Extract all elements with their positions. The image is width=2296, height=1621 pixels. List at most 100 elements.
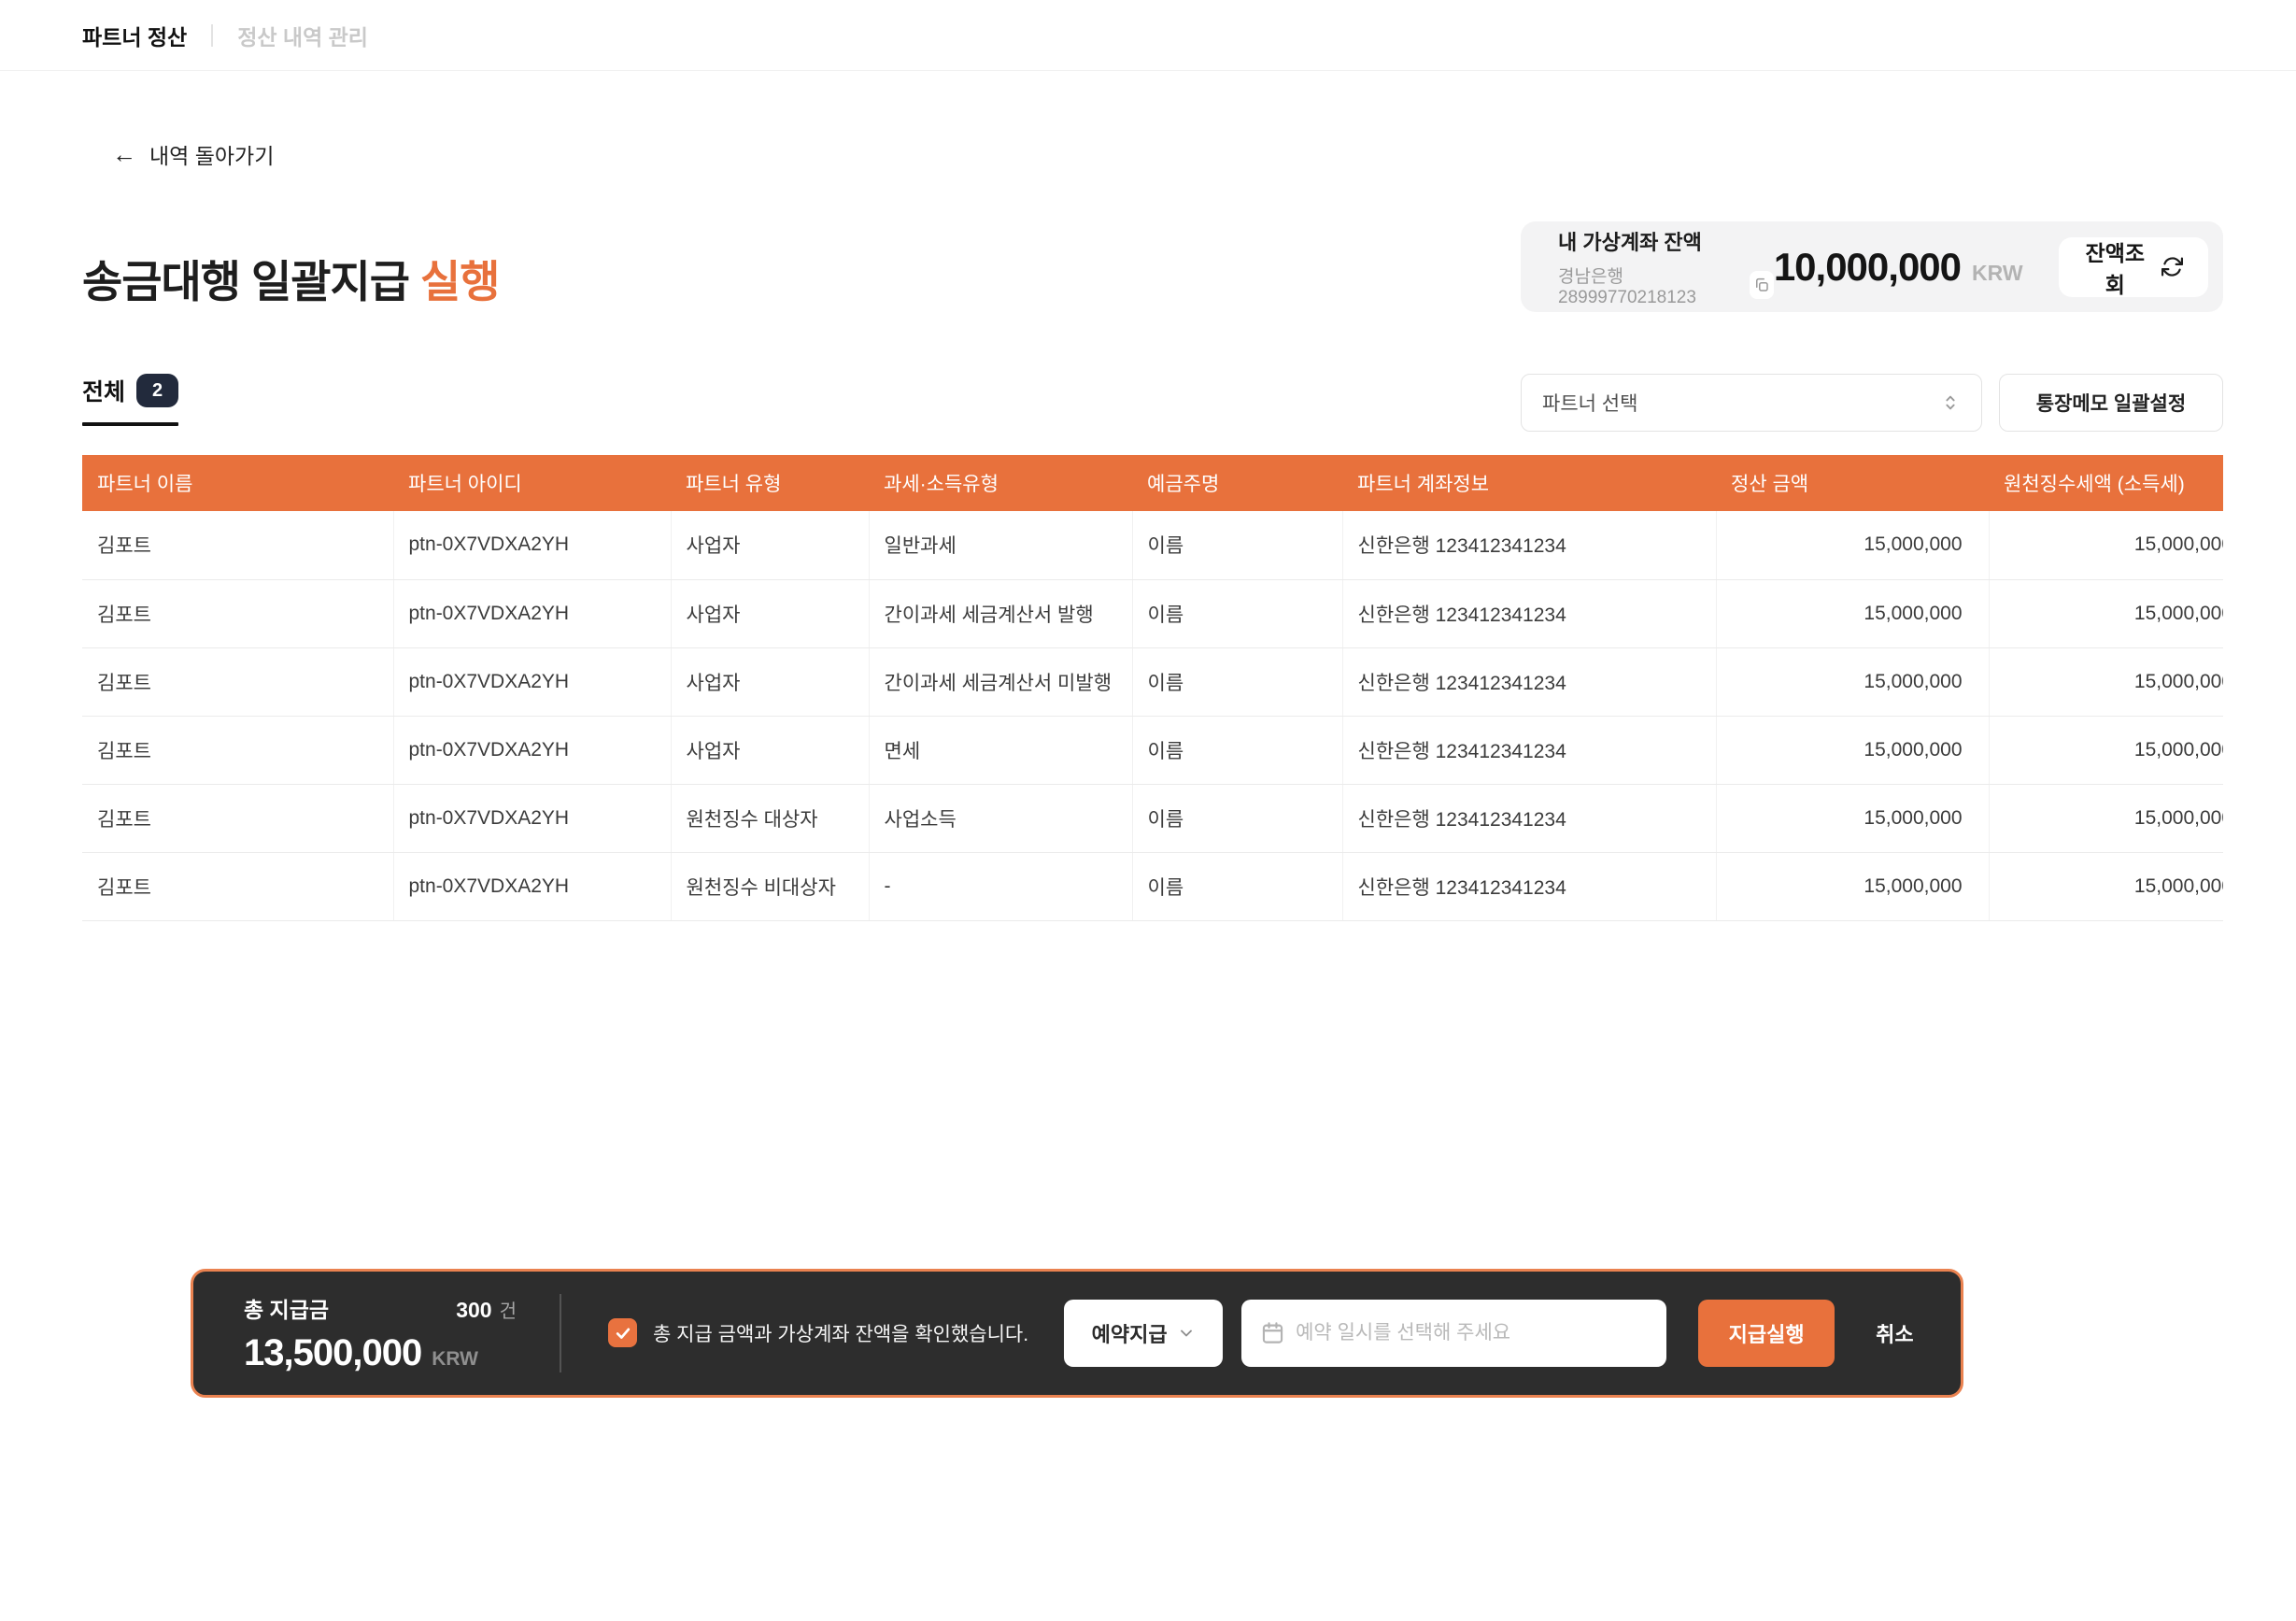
- total-payment-amount: 13,500,000: [244, 1332, 421, 1374]
- execute-payment-button[interactable]: 지급실행: [1698, 1300, 1835, 1367]
- page-title: 송금대행 일괄지급실행: [82, 221, 499, 310]
- table-body: 김포트ptn-0X7VDXA2YH사업자일반과세이름신한은행 123412341…: [82, 511, 2223, 920]
- cell-partner_name: 김포트: [82, 647, 393, 716]
- balance-amount: 10,000,000: [1774, 245, 1961, 290]
- cell-account_holder: 이름: [1132, 647, 1342, 716]
- payment-count: 300 건: [456, 1296, 517, 1323]
- column-header-settlement_amount: 정산 금액: [1716, 455, 1989, 511]
- cell-withholding_tax: 15,000,000: [1989, 852, 2223, 920]
- tab-toolbar-row: 전체 2 파트너 선택 통장메모 일괄설정: [82, 374, 2223, 432]
- footer-divider: [560, 1294, 561, 1372]
- schedule-type-dropdown[interactable]: 예약지급: [1064, 1300, 1223, 1367]
- cell-partner_name: 김포트: [82, 716, 393, 784]
- payment-action-bar: 총 지급금 300 건 13,500,000 KRW 총 지급 금액과 가상계좌…: [191, 1269, 1963, 1398]
- select-updown-icon: [1940, 392, 1961, 413]
- balance-label: 내 가상계좌 잔액: [1558, 226, 1774, 256]
- cell-withholding_tax: 15,000,000: [1989, 579, 2223, 647]
- cell-partner_type: 원천징수 대상자: [671, 784, 869, 852]
- back-link[interactable]: ← 내역 돌아가기: [112, 138, 274, 170]
- cell-partner_id: ptn-0X7VDXA2YH: [393, 647, 671, 716]
- page-title-accent: 실행: [420, 257, 499, 306]
- top-navbar: 파트너 정산 정산 내역 관리: [0, 0, 2296, 71]
- cell-partner_id: ptn-0X7VDXA2YH: [393, 716, 671, 784]
- tab-all[interactable]: 전체 2: [82, 374, 178, 426]
- partner-table: 파트너 이름파트너 아이디파트너 유형과세·소득유형예금주명파트너 계좌정보정산…: [82, 455, 2223, 921]
- cell-tax_income_type: 면세: [869, 716, 1132, 784]
- table-row: 김포트ptn-0X7VDXA2YH사업자간이과세 세금계산서 미발행이름신한은행…: [82, 647, 2223, 716]
- back-row: ← 내역 돌아가기: [82, 138, 2223, 170]
- nav-divider: [211, 24, 213, 47]
- table-row: 김포트ptn-0X7VDXA2YH사업자일반과세이름신한은행 123412341…: [82, 511, 2223, 579]
- total-payment-currency: KRW: [432, 1348, 478, 1371]
- back-link-label: 내역 돌아가기: [149, 138, 274, 170]
- column-header-partner_type: 파트너 유형: [671, 455, 869, 511]
- cell-settlement_amount: 15,000,000: [1716, 511, 1989, 579]
- cell-partner_type: 사업자: [671, 647, 869, 716]
- schedule-datetime-input[interactable]: [1241, 1300, 1666, 1367]
- bankbook-memo-bulk-button[interactable]: 통장메모 일괄설정: [1999, 374, 2223, 432]
- cell-settlement_amount: 15,000,000: [1716, 784, 1989, 852]
- table-row: 김포트ptn-0X7VDXA2YH원천징수 대상자사업소득이름신한은행 1234…: [82, 784, 2223, 852]
- balance-labels: 내 가상계좌 잔액 경남은행 28999770218123: [1558, 226, 1774, 308]
- copy-account-button[interactable]: [1750, 271, 1774, 299]
- table-row: 김포트ptn-0X7VDXA2YH사업자간이과세 세금계산서 발행이름신한은행 …: [82, 579, 2223, 647]
- partner-select-value: 파트너 선택: [1542, 389, 1637, 417]
- cancel-button[interactable]: 취소: [1857, 1318, 1932, 1348]
- balance-currency: KRW: [1972, 261, 2023, 286]
- cell-tax_income_type: 사업소득: [869, 784, 1132, 852]
- payment-count-value: 300: [456, 1298, 491, 1323]
- cell-account_holder: 이름: [1132, 852, 1342, 920]
- cell-partner_account: 신한은행 123412341234: [1342, 852, 1716, 920]
- page-content: ← 내역 돌아가기 송금대행 일괄지급실행 내 가상계좌 잔액 경남은행 289…: [0, 138, 2296, 921]
- confirm-label: 총 지급 금액과 가상계좌 잔액을 확인했습니다.: [653, 1319, 1028, 1347]
- cell-settlement_amount: 15,000,000: [1716, 716, 1989, 784]
- cell-tax_income_type: 일반과세: [869, 511, 1132, 579]
- cell-account_holder: 이름: [1132, 579, 1342, 647]
- balance-refresh-button[interactable]: 잔액조회: [2059, 237, 2208, 297]
- chevron-down-icon: [1177, 1324, 1196, 1343]
- partner-select-dropdown[interactable]: 파트너 선택: [1521, 374, 1982, 432]
- nav-item-settlement-history[interactable]: 정산 내역 관리: [237, 20, 368, 51]
- cell-account_holder: 이름: [1132, 784, 1342, 852]
- column-header-tax_income_type: 과세·소득유형: [869, 455, 1132, 511]
- cell-partner_type: 사업자: [671, 511, 869, 579]
- tab-all-inner: 전체 2: [82, 374, 178, 407]
- confirm-checkbox-group[interactable]: 총 지급 금액과 가상계좌 잔액을 확인했습니다.: [608, 1318, 1028, 1347]
- confirm-checkbox[interactable]: [608, 1318, 637, 1347]
- cell-partner_account: 신한은행 123412341234: [1342, 511, 1716, 579]
- table-row: 김포트ptn-0X7VDXA2YH원천징수 비대상자-이름신한은행 123412…: [82, 852, 2223, 920]
- balance-account-row: 경남은행 28999770218123: [1558, 263, 1774, 308]
- nav-brand[interactable]: 파트너 정산: [82, 20, 187, 51]
- cell-partner_account: 신한은행 123412341234: [1342, 784, 1716, 852]
- cell-withholding_tax: 15,000,000: [1989, 716, 2223, 784]
- active-tab-indicator: [82, 422, 178, 426]
- totals-line1: 총 지급금 300 건: [244, 1292, 517, 1324]
- cell-partner_account: 신한은행 123412341234: [1342, 716, 1716, 784]
- cell-partner_type: 사업자: [671, 579, 869, 647]
- total-payment-label: 총 지급금: [244, 1292, 329, 1324]
- cell-partner_name: 김포트: [82, 852, 393, 920]
- cell-settlement_amount: 15,000,000: [1716, 579, 1989, 647]
- table-head: 파트너 이름파트너 아이디파트너 유형과세·소득유형예금주명파트너 계좌정보정산…: [82, 455, 2223, 511]
- cell-partner_id: ptn-0X7VDXA2YH: [393, 579, 671, 647]
- schedule-type-value: 예약지급: [1092, 1318, 1168, 1348]
- tab-all-label: 전체: [82, 374, 125, 407]
- header-row: 송금대행 일괄지급실행 내 가상계좌 잔액 경남은행 2899977021812…: [82, 221, 2223, 312]
- cell-withholding_tax: 15,000,000: [1989, 511, 2223, 579]
- cell-partner_account: 신한은행 123412341234: [1342, 579, 1716, 647]
- back-arrow-icon: ←: [112, 142, 136, 166]
- balance-amount-row: 10,000,000 KRW: [1774, 245, 2023, 290]
- tab-all-count-badge: 2: [136, 374, 178, 407]
- table-toolbar: 파트너 선택 통장메모 일괄설정: [1521, 374, 2223, 432]
- cell-account_holder: 이름: [1132, 511, 1342, 579]
- virtual-account-balance-card: 내 가상계좌 잔액 경남은행 28999770218123 10,000,0: [1521, 221, 2223, 312]
- schedule-datetime-field: [1241, 1300, 1666, 1367]
- cell-partner_type: 사업자: [671, 716, 869, 784]
- cell-account_holder: 이름: [1132, 716, 1342, 784]
- cell-partner_type: 원천징수 비대상자: [671, 852, 869, 920]
- column-header-partner_account: 파트너 계좌정보: [1342, 455, 1716, 511]
- cell-partner_name: 김포트: [82, 784, 393, 852]
- column-header-withholding_tax: 원천징수세액 (소득세): [1989, 455, 2223, 511]
- partner-table-wrap: 파트너 이름파트너 아이디파트너 유형과세·소득유형예금주명파트너 계좌정보정산…: [82, 455, 2223, 921]
- copy-icon: [1753, 277, 1770, 293]
